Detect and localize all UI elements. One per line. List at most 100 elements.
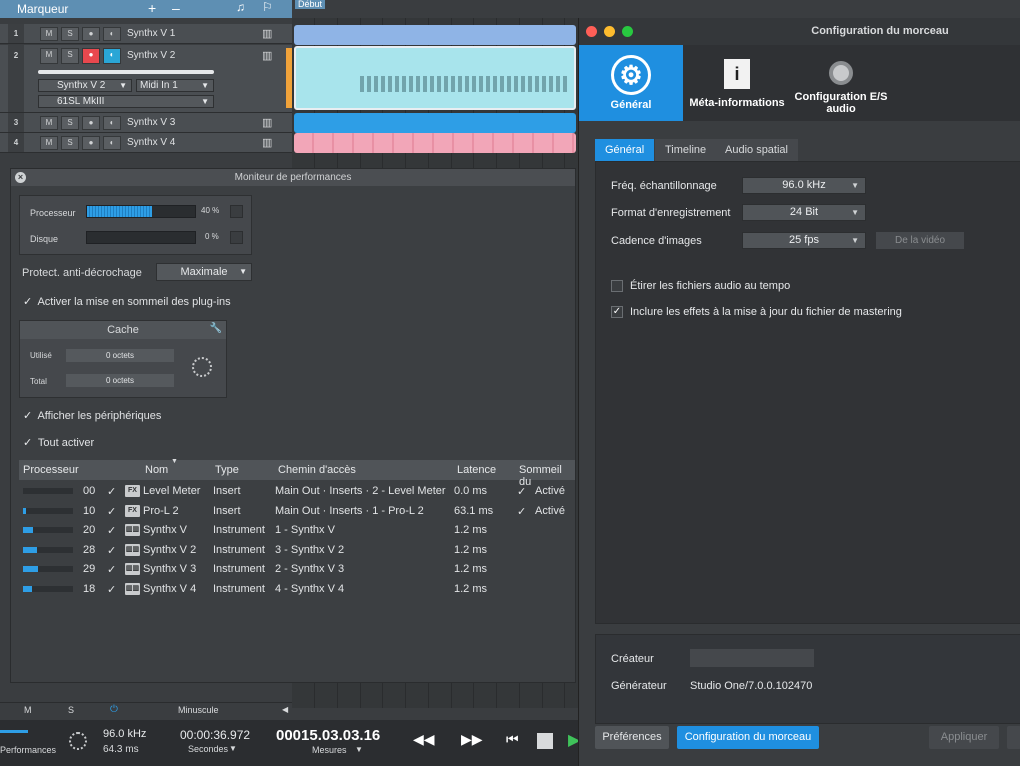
track-3[interactable]: 3 M S ● ◐ Synthx V 3 ▥: [0, 113, 292, 133]
track-1-event[interactable]: [294, 25, 576, 45]
stretch-checkbox[interactable]: [611, 280, 623, 292]
ruler[interactable]: Début: [292, 0, 582, 18]
close-icon[interactable]: ×: [15, 172, 26, 183]
track-4[interactable]: 4 M S ● ◐ Synthx V 4 ▥: [0, 133, 292, 153]
perf-label[interactable]: Performances: [0, 745, 56, 755]
from-video-button[interactable]: De la vidéo: [876, 232, 964, 249]
enable-checkbox[interactable]: ✓: [107, 544, 116, 557]
flag-icon[interactable]: ⚐: [262, 0, 273, 14]
arrow-left-icon[interactable]: ◀: [282, 705, 288, 714]
track-4-event[interactable]: [294, 133, 576, 153]
enable-checkbox[interactable]: ✓: [107, 583, 116, 596]
mute-button[interactable]: M: [40, 116, 58, 130]
fast-forward-icon[interactable]: ▶▶: [461, 731, 483, 748]
disk-reset[interactable]: [230, 231, 243, 244]
apply-button[interactable]: Appliquer: [929, 726, 999, 749]
format-select[interactable]: 24 Bit ▼: [742, 204, 866, 221]
track-3-event[interactable]: [294, 113, 576, 133]
subtab-timeline[interactable]: Timeline: [655, 139, 717, 161]
col-latency[interactable]: Latence: [457, 464, 496, 476]
monitor-button[interactable]: ◐: [103, 48, 121, 64]
rate-select[interactable]: 96.0 kHz ▼: [742, 177, 866, 194]
subtab-general[interactable]: Général: [595, 139, 655, 161]
power-icon[interactable]: ⏻: [110, 704, 118, 715]
monitor-button[interactable]: ◐: [103, 27, 121, 41]
remove-marker-button[interactable]: –: [172, 0, 180, 16]
device-select[interactable]: 61SL MkIII ▼: [38, 95, 214, 108]
preferences-button[interactable]: Préférences: [595, 726, 669, 749]
track-name[interactable]: Synthx V 1: [127, 28, 175, 39]
mute-button[interactable]: M: [40, 27, 58, 41]
tab-audio-io[interactable]: Configuration E/S audio: [789, 45, 893, 121]
enable-checkbox[interactable]: ✓: [107, 563, 116, 576]
bars-unit[interactable]: Mesures: [312, 745, 347, 755]
col-name[interactable]: Nom: [145, 464, 168, 476]
track-size[interactable]: Minuscule: [178, 705, 219, 715]
col-path[interactable]: Chemin d'accès: [278, 464, 356, 476]
record-button[interactable]: ●: [82, 136, 100, 150]
table-row[interactable]: 00 ✓ FX Level Meter Insert Main Out · Inserts…: [19, 482, 575, 501]
col-type[interactable]: Type: [215, 464, 239, 476]
show-devices-checkbox[interactable]: ✓ Afficher les périphériques: [23, 409, 161, 422]
creator-field[interactable]: [690, 649, 814, 667]
enable-checkbox[interactable]: ✓: [107, 505, 116, 518]
sleep-checkbox[interactable]: ✓: [517, 505, 526, 518]
solo-button[interactable]: S: [61, 27, 79, 41]
to-start-icon[interactable]: ⏮: [506, 731, 519, 748]
enable-checkbox[interactable]: ✓: [107, 485, 116, 498]
midi-input-select[interactable]: Midi In 1 ▼: [136, 79, 214, 92]
instrument-icon: ▥▥: [125, 524, 140, 536]
add-marker-button[interactable]: +: [148, 0, 156, 16]
tab-meta[interactable]: i Méta-informations: [685, 45, 789, 121]
record-button[interactable]: ●: [82, 116, 100, 130]
table-row[interactable]: 20 ✓ ▥▥ Synthx V Instrument 1 - Synthx V 1.2 m…: [19, 521, 575, 540]
wrench-icon[interactable]: 🔧: [210, 323, 222, 334]
table-row[interactable]: 28 ✓ ▥▥ Synthx V 2 Instrument 3 - Synthx V 2 1…: [19, 541, 575, 560]
mute-button[interactable]: M: [40, 48, 58, 64]
start-marker[interactable]: Début: [295, 0, 326, 9]
chevron-down-icon[interactable]: ▼: [229, 744, 237, 753]
track-1[interactable]: 1 M S ● ◐ Synthx V 1 ▥: [0, 24, 292, 44]
record-button[interactable]: ●: [82, 27, 100, 41]
mute-button[interactable]: M: [40, 136, 58, 150]
col-cpu[interactable]: Processeur: [23, 464, 79, 476]
track-2-event[interactable]: [294, 46, 576, 110]
mixer-solo[interactable]: S: [68, 705, 74, 715]
dropout-select[interactable]: Maximale ▼: [156, 263, 252, 281]
solo-button[interactable]: S: [61, 48, 79, 64]
table-row[interactable]: 10 ✓ FX Pro-L 2 Insert Main Out · Inserts · 1…: [19, 502, 575, 521]
table-row[interactable]: 18 ✓ ▥▥ Synthx V 4 Instrument 4 - Synthx V 4 1…: [19, 580, 575, 599]
monitor-button[interactable]: ◐: [103, 136, 121, 150]
song-setup-button[interactable]: Configuration du morceau: [677, 726, 819, 749]
monitor-button[interactable]: ◐: [103, 116, 121, 130]
speaker-icon: [829, 61, 853, 85]
note-icon[interactable]: ♫: [236, 0, 245, 14]
effects-checkbox[interactable]: ✓: [611, 306, 623, 318]
volume-slider[interactable]: [38, 70, 214, 74]
chevron-down-icon[interactable]: ▼: [355, 745, 363, 754]
cpu-reset[interactable]: [230, 205, 243, 218]
time-unit[interactable]: Secondes: [188, 744, 228, 754]
sleep-checkbox[interactable]: ✓: [517, 485, 526, 498]
subtab-spatial[interactable]: Audio spatial: [715, 139, 798, 161]
tab-general[interactable]: ⚙ Général: [579, 45, 683, 121]
record-button[interactable]: ●: [82, 48, 100, 64]
enable-all-checkbox[interactable]: ✓ Tout activer: [23, 436, 94, 449]
ok-button[interactable]: [1007, 726, 1020, 749]
sleep-plugins-checkbox[interactable]: ✓ Activer la mise en sommeil des plug-in…: [23, 295, 231, 308]
mixer-mute[interactable]: M: [24, 705, 32, 715]
enable-checkbox[interactable]: ✓: [107, 524, 116, 537]
track-name[interactable]: Synthx V 3: [127, 117, 175, 128]
solo-button[interactable]: S: [61, 136, 79, 150]
stop-icon[interactable]: [537, 733, 553, 749]
track-2[interactable]: 2 M S ● ◐ Synthx V 2 ▥ Synthx V 2 ▼ Midi …: [0, 45, 292, 113]
solo-button[interactable]: S: [61, 116, 79, 130]
track-name[interactable]: Synthx V 2: [127, 50, 175, 61]
track-name[interactable]: Synthx V 4: [127, 137, 175, 148]
instrument-select[interactable]: Synthx V 2 ▼: [38, 79, 132, 92]
table-row[interactable]: 29 ✓ ▥▥ Synthx V 3 Instrument 2 - Synthx V 3 1…: [19, 560, 575, 579]
rewind-icon[interactable]: ◀◀: [413, 731, 435, 748]
time-bars[interactable]: 00015.03.03.16: [276, 727, 380, 744]
fps-select[interactable]: 25 fps ▼: [742, 232, 866, 249]
time-seconds[interactable]: 00:00:36.972: [180, 728, 250, 742]
